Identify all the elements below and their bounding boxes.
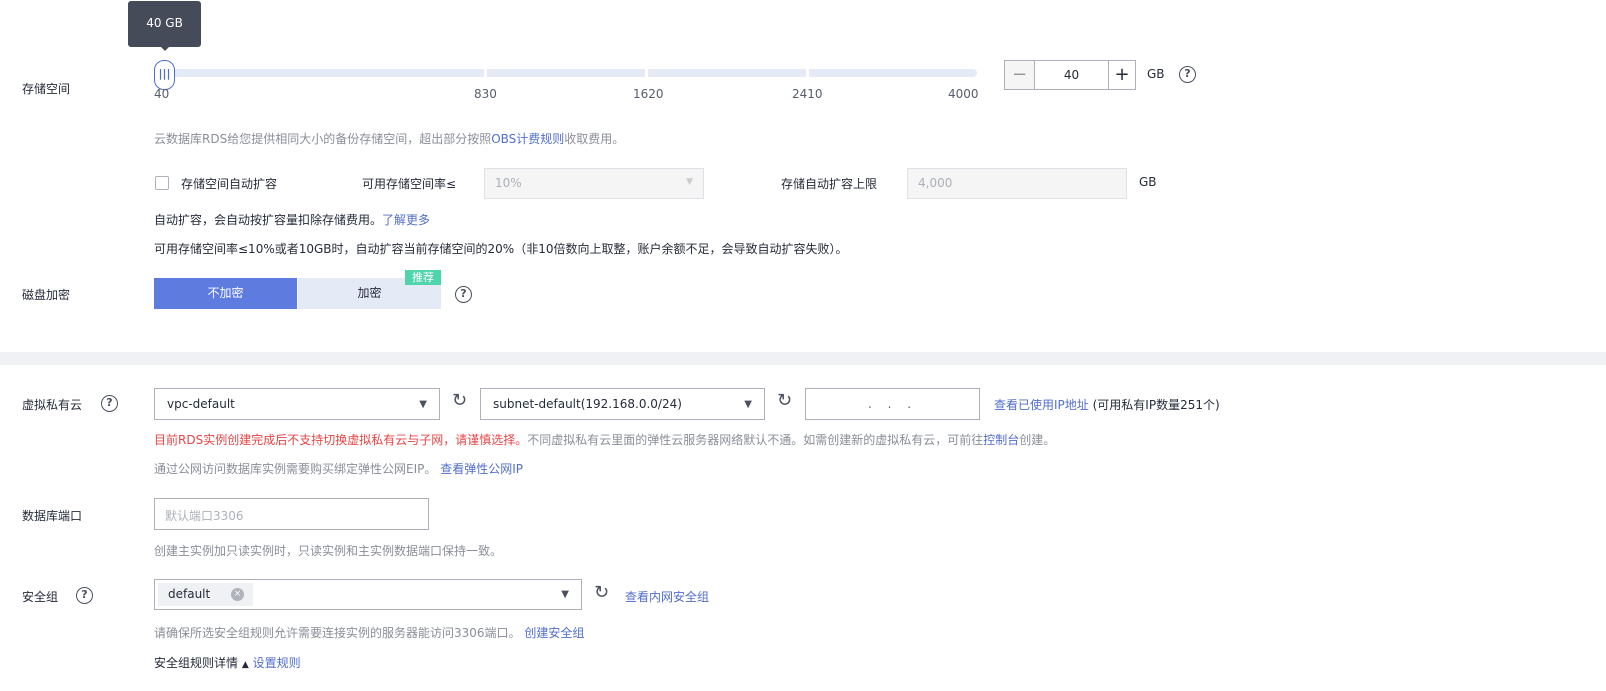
recommend-badge: 推荐 (405, 270, 441, 285)
chevron-down-icon: ▼ (561, 589, 569, 600)
note-text: 收取费用。 (564, 132, 625, 146)
storage-stepper[interactable]: − 40 + (1004, 60, 1136, 90)
sg-details: 安全组规则详情 ▲ 设置规则 (154, 654, 301, 671)
tooltip-arrow (160, 46, 170, 56)
sg-note: 请确保所选安全组规则允许需要连接实例的服务器能访问3306端口。 创建安全组 (154, 624, 584, 641)
help-icon[interactable]: ? (1179, 66, 1196, 83)
sg-tag-label: default (168, 587, 211, 601)
help-icon[interactable]: ? (76, 587, 93, 604)
sg-tag: default × (158, 583, 253, 606)
rate-value: 10% (495, 176, 522, 190)
ip-count: (可用私有IP数量251个) (1092, 398, 1220, 412)
sg-details-toggle[interactable]: 安全组规则详情 (154, 656, 238, 670)
decrement-button[interactable]: − (1005, 61, 1035, 89)
note-text: 创建。 (1019, 433, 1056, 447)
learn-more-link[interactable]: 了解更多 (382, 213, 430, 227)
tick-label: 1620 (633, 87, 664, 101)
slider-track-4[interactable] (809, 69, 977, 77)
warning-text: 目前RDS实例创建完成后不支持切换虚拟私有云与子网，请谨慎选择。 (154, 433, 528, 447)
ip-address-input[interactable]: . . . (805, 388, 980, 420)
limit-label: 存储自动扩容上限 (781, 177, 878, 191)
sg-label: 安全组 (22, 590, 59, 604)
slider-tooltip: 40 GB (128, 1, 201, 47)
slider-track-1[interactable] (160, 69, 484, 77)
slider-handle[interactable]: ||| (154, 60, 175, 90)
note-text: 不同虚拟私有云里面的弹性云服务器网络默认不通。如需创建新的虚拟私有云，可前往 (527, 433, 984, 447)
chevron-down-icon: ▼ (419, 399, 427, 410)
refresh-icon[interactable]: ↻ (594, 582, 609, 603)
vpc-select[interactable]: vpc-default ▼ (154, 388, 440, 420)
storage-unit: GB (1147, 67, 1165, 81)
set-rules-link[interactable]: 设置规则 (253, 656, 301, 670)
section-divider (0, 352, 1606, 365)
no-encrypt-option[interactable]: 不加密 (154, 278, 297, 309)
tick-label: 830 (474, 87, 497, 101)
encrypt-label: 磁盘加密 (22, 288, 71, 302)
subnet-select[interactable]: subnet-default(192.168.0.0/24) ▼ (480, 388, 765, 420)
limit-input[interactable]: 4,000 (907, 168, 1127, 199)
note-text: 自动扩容，会自动按扩容量扣除存储费用。 (154, 213, 383, 227)
rate-select[interactable]: 10% ▼ (484, 168, 704, 199)
slider-track-3[interactable] (648, 69, 806, 77)
console-link[interactable]: 控制台 (983, 433, 1019, 447)
slider-track-2[interactable] (487, 69, 645, 77)
increment-button[interactable]: + (1108, 61, 1135, 89)
note-text: 通过公网访问数据库实例需要购买绑定弹性公网EIP。 (154, 462, 437, 476)
sg-select[interactable]: default × ▼ (154, 579, 582, 610)
rate-label: 可用存储空间率≤ (362, 177, 457, 191)
refresh-icon[interactable]: ↻ (452, 390, 467, 411)
vpc-warning: 目前RDS实例创建完成后不支持切换虚拟私有云与子网，请谨慎选择。不同虚拟私有云里… (154, 431, 1055, 448)
eip-link[interactable]: 查看弹性公网IP (440, 462, 523, 476)
auto-note2: 可用存储空间率≤10%或者10GB时，自动扩容当前存储空间的20%（非10倍数向… (154, 242, 848, 256)
auto-expand-checkbox[interactable] (155, 176, 169, 190)
storage-note: 云数据库RDS给您提供相同大小的备份存储空间，超出部分按照OBS计费规则收取费用… (154, 130, 624, 147)
note-text: 请确保所选安全组规则允许需要连接实例的服务器能访问3306端口。 (154, 626, 521, 640)
tick-label: 2410 (792, 87, 823, 101)
tick-label: 4000 (948, 87, 979, 101)
subnet-value: subnet-default(192.168.0.0/24) (493, 397, 682, 411)
obs-billing-link[interactable]: OBS计费规则 (491, 132, 564, 146)
ip-info: 查看已使用IP地址 (可用私有IP数量251个) (994, 396, 1220, 413)
create-sg-link[interactable]: 创建安全组 (524, 626, 584, 640)
auto-expand-label: 存储空间自动扩容 (181, 177, 278, 191)
remove-tag-icon[interactable]: × (231, 588, 244, 601)
vpc-label: 虚拟私有云 (22, 398, 83, 412)
storage-label: 存储空间 (22, 82, 71, 96)
refresh-icon[interactable]: ↻ (777, 390, 792, 411)
view-sg-link[interactable]: 查看内网安全组 (625, 588, 709, 605)
port-note: 创建主实例加只读实例时，只读实例和主实例数据端口保持一致。 (154, 544, 503, 558)
help-icon[interactable]: ? (101, 395, 118, 412)
vpc-value: vpc-default (167, 397, 235, 411)
eip-note: 通过公网访问数据库实例需要购买绑定弹性公网EIP。 查看弹性公网IP (154, 460, 523, 477)
port-input[interactable]: 默认端口3306 (154, 498, 429, 530)
storage-value-input[interactable]: 40 (1035, 61, 1108, 89)
chevron-down-icon: ▼ (744, 399, 752, 410)
note-text: 云数据库RDS给您提供相同大小的备份存储空间，超出部分按照 (154, 132, 492, 146)
auto-note: 自动扩容，会自动按扩容量扣除存储费用。了解更多 (154, 211, 430, 228)
limit-unit: GB (1139, 175, 1157, 189)
caret-up-icon[interactable]: ▲ (242, 660, 249, 670)
port-label: 数据库端口 (22, 509, 83, 523)
chevron-down-icon: ▼ (686, 177, 693, 187)
help-icon[interactable]: ? (455, 286, 472, 303)
used-ip-link[interactable]: 查看已使用IP地址 (994, 398, 1089, 412)
tick-label: 40 (154, 87, 170, 101)
